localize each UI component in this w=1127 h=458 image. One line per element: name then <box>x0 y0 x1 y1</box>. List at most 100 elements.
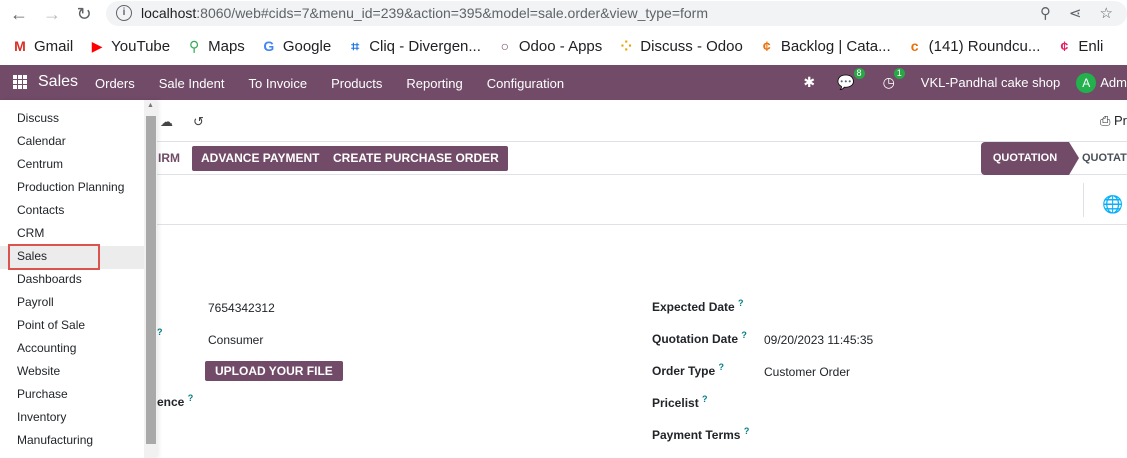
upload-file-button[interactable]: UPLOAD YOUR FILE <box>205 361 343 381</box>
stage-quotation[interactable]: QUOTATION <box>981 142 1069 175</box>
bookmark-label: Maps <box>208 37 245 55</box>
apps-grid-icon[interactable] <box>13 75 27 89</box>
youtube-icon: ▶ <box>91 38 103 54</box>
globe-icon[interactable]: 🌐 <box>1102 195 1123 215</box>
app-brand[interactable]: Sales <box>38 73 78 91</box>
app-menu-item-label: Calendar <box>17 134 66 148</box>
app-menu-item-label: CRM <box>17 226 45 240</box>
printer-icon: ⎙ <box>1099 113 1111 128</box>
app-menu-item-centrum[interactable]: Centrum <box>0 154 144 177</box>
bookmark-label: Backlog | Cata... <box>780 37 891 55</box>
app-menu-item-contacts[interactable]: Contacts <box>0 200 144 223</box>
cliq-icon: ⌗ <box>351 38 360 54</box>
app-menu-item-label: Contacts <box>17 203 65 217</box>
back-arrow-icon[interactable]: ← <box>8 4 30 24</box>
help-tooltip-icon[interactable]: ? <box>741 330 747 340</box>
site-info-icon[interactable]: i <box>116 5 132 21</box>
app-menu-item-point-of-sale[interactable]: Point of Sale <box>0 315 144 338</box>
app-menu-item-crm[interactable]: CRM <box>0 223 144 246</box>
print-label: Pr <box>1114 113 1127 128</box>
create-purchase-order-button[interactable]: CREATE PURCHASE ORDER <box>324 146 508 171</box>
status-bar: IRM ADVANCE PAYMENT CREATE PURCHASE ORDE… <box>0 142 1127 175</box>
help-tooltip-icon[interactable]: ? <box>702 394 708 404</box>
forward-arrow-icon[interactable]: → <box>41 4 63 24</box>
messages-badge: 8 <box>853 68 865 79</box>
scroll-up-arrow-icon[interactable]: ▲ <box>147 102 154 109</box>
activities-clock-icon[interactable]: ◷ 1 <box>883 68 905 91</box>
app-menu-item-manufacturing[interactable]: Manufacturing <box>0 430 144 453</box>
menu-sale-indent[interactable]: Sale Indent <box>159 76 225 91</box>
bookmark-item[interactable]: G Google <box>261 38 331 55</box>
app-menu-item-purchase[interactable]: Purchase <box>0 384 144 407</box>
help-tooltip-icon[interactable]: ? <box>188 393 194 403</box>
bookmark-item[interactable]: ¢ Backlog | Cata... <box>759 38 891 55</box>
debug-bug-icon[interactable]: ✱ <box>803 74 815 91</box>
app-menu-item-inventory[interactable]: Inventory <box>0 407 144 430</box>
pricelist-label: Pricelist ? <box>652 394 708 410</box>
scrollbar-thumb[interactable] <box>146 116 156 444</box>
company-switcher[interactable]: VKL-Pandhal cake shop <box>921 75 1060 90</box>
app-menu-item-discuss[interactable]: Discuss <box>0 108 144 131</box>
stage-quotation-sent[interactable]: QUOTATIO <box>1082 142 1127 174</box>
bookmark-label: (141) Roundcu... <box>928 37 1041 55</box>
app-menu-item-label: Manufacturing <box>17 433 94 447</box>
app-menu-item-label: Sales <box>8 244 100 270</box>
user-avatar[interactable]: A <box>1076 72 1097 93</box>
confirm-button[interactable]: IRM <box>158 151 180 165</box>
reload-icon[interactable]: ↻ <box>73 4 95 24</box>
help-tooltip-icon[interactable]: ? <box>157 327 163 337</box>
app-menu-item-sales[interactable]: Sales <box>0 244 144 270</box>
menu-to-invoice[interactable]: To Invoice <box>249 76 308 91</box>
reference-label: ence ? <box>157 393 193 409</box>
zoom-icon[interactable]: ⚲ <box>1040 4 1051 22</box>
browser-toolbar: ← → ↻ i localhost:8060/web#cids=7&menu_i… <box>0 0 1127 28</box>
app-menu-item-website[interactable]: Website <box>0 361 144 384</box>
bookmark-item[interactable]: ⌗ Cliq - Divergen... <box>347 38 481 55</box>
messages-icon[interactable]: 💬 8 <box>837 68 865 91</box>
reference-label-text: ence <box>157 395 185 409</box>
menu-configuration[interactable]: Configuration <box>487 76 564 91</box>
app-menu-item-payroll[interactable]: Payroll <box>0 292 144 315</box>
menu-reporting[interactable]: Reporting <box>406 76 462 91</box>
menu-orders[interactable]: Orders <box>95 76 135 91</box>
bookmark-item[interactable]: c (141) Roundcu... <box>907 38 1041 55</box>
order-type-label: Order Type ? <box>652 362 724 378</box>
form-toolbar: 🌐 <box>0 175 1127 225</box>
bookmark-item[interactable]: ○ Odoo - Apps <box>497 38 603 55</box>
app-menu-item-accounting[interactable]: Accounting <box>0 338 144 361</box>
print-button[interactable]: ⎙ Pr <box>1100 113 1127 129</box>
bookmark-item[interactable]: ▶ YouTube <box>89 38 170 55</box>
odoo-navbar: Sales Orders Sale Indent To Invoice Prod… <box>0 65 1127 100</box>
share-icon[interactable]: ⋖ <box>1069 4 1082 22</box>
roundcube-icon: c <box>910 38 919 54</box>
bookmark-item[interactable]: M Gmail <box>12 38 73 55</box>
help-tooltip-icon[interactable]: ? <box>738 298 744 308</box>
gmail-icon: M <box>14 38 26 54</box>
app-menu-item-production-planning[interactable]: Production Planning <box>0 177 144 200</box>
advance-payment-button[interactable]: ADVANCE PAYMENT <box>192 146 329 171</box>
help-tooltip-icon[interactable]: ? <box>744 426 750 436</box>
phone-value[interactable]: 7654342312 <box>208 301 275 315</box>
google-icon: G <box>263 38 275 54</box>
help-tooltip-icon[interactable]: ? <box>718 362 724 372</box>
bookmark-star-icon[interactable]: ☆ <box>1100 4 1113 22</box>
app-menu-item-label: Inventory <box>17 410 67 424</box>
save-cloud-icon[interactable]: ☁ <box>160 114 173 130</box>
bookmark-item[interactable]: ¢ Enli <box>1056 38 1103 55</box>
menu-products[interactable]: Products <box>331 76 382 91</box>
app-menu-item-dashboards[interactable]: Dashboards <box>0 269 144 292</box>
address-bar[interactable]: i localhost:8060/web#cids=7&menu_id=239&… <box>106 1 1127 26</box>
discard-undo-icon[interactable]: ↺ <box>193 114 204 130</box>
app-menu-item-label: Point of Sale <box>17 318 86 332</box>
order-type-value[interactable]: Customer Order <box>764 365 850 379</box>
quotation-date-value[interactable]: 09/20/2023 11:45:35 <box>764 333 873 347</box>
scrollbar[interactable]: ▲ <box>144 100 157 458</box>
bookmark-item[interactable]: ⚲ Maps <box>186 38 245 55</box>
url-text[interactable]: localhost:8060/web#cids=7&menu_id=239&ac… <box>141 5 708 21</box>
bookmark-label: YouTube <box>111 37 171 55</box>
customer-type-value[interactable]: Consumer <box>208 333 263 347</box>
user-name[interactable]: Adm <box>1100 75 1127 90</box>
app-menu-item-calendar[interactable]: Calendar <box>0 131 144 154</box>
expected-date-label: Expected Date ? <box>652 298 744 314</box>
bookmark-item[interactable]: ⁘ Discuss - Odoo <box>618 38 742 55</box>
